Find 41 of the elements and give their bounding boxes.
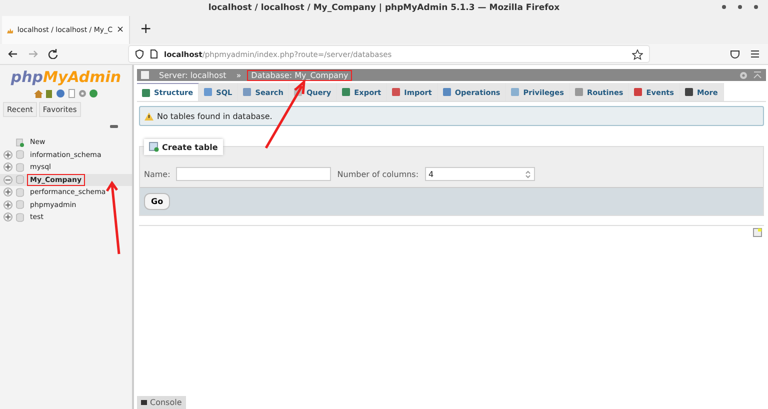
menu-icon[interactable] <box>750 49 760 59</box>
favicon-icon <box>7 26 14 34</box>
tab-close-button[interactable]: × <box>116 25 124 35</box>
go-button[interactable]: Go <box>144 193 170 210</box>
expand-node-icon[interactable] <box>3 200 13 210</box>
pocket-icon[interactable] <box>730 49 740 59</box>
columns-field[interactable]: 4 <box>424 167 535 181</box>
columns-label: Number of columns: <box>337 170 419 178</box>
window-title: localhost / localhost / My_Company | phpMyAdmin 5.1.3 — Mozilla Firefox <box>208 3 560 13</box>
collapse-node-icon[interactable] <box>3 174 13 185</box>
name-field[interactable] <box>176 167 332 181</box>
console-button[interactable]: Console <box>137 396 186 409</box>
reload-icon[interactable] <box>48 49 58 59</box>
expand-node-icon[interactable] <box>3 150 13 160</box>
close-icon[interactable] <box>754 5 758 9</box>
phpmyadmin-logo[interactable]: phpMyAdmin <box>0 65 132 86</box>
database-icon <box>16 162 24 172</box>
name-label: Name: <box>144 170 170 178</box>
home-icon[interactable] <box>34 89 43 98</box>
database-icon <box>16 212 24 222</box>
minimize-icon[interactable] <box>722 5 726 9</box>
expand-node-icon[interactable] <box>3 162 13 172</box>
star-icon[interactable] <box>632 48 643 60</box>
database-icon <box>16 200 24 210</box>
legend-text: Create table <box>162 142 218 152</box>
database-icon <box>16 150 24 160</box>
new-tab-button[interactable]: + <box>130 16 162 44</box>
collapse-icon[interactable] <box>110 125 118 128</box>
warning-icon <box>144 112 154 120</box>
expand-node-icon[interactable] <box>3 187 13 198</box>
database-icon <box>16 188 24 197</box>
back-icon[interactable] <box>8 49 18 59</box>
page-icon <box>150 49 158 59</box>
table-add-icon <box>149 142 159 152</box>
expand-node-icon[interactable] <box>3 212 13 222</box>
spinner-icon[interactable] <box>524 170 531 178</box>
maximize-icon[interactable] <box>738 5 742 9</box>
new-database-icon <box>16 138 24 147</box>
breadcrumb-separator: » <box>236 70 242 80</box>
shield-icon <box>135 49 144 59</box>
notice-text: No tables found in database. <box>157 112 272 120</box>
